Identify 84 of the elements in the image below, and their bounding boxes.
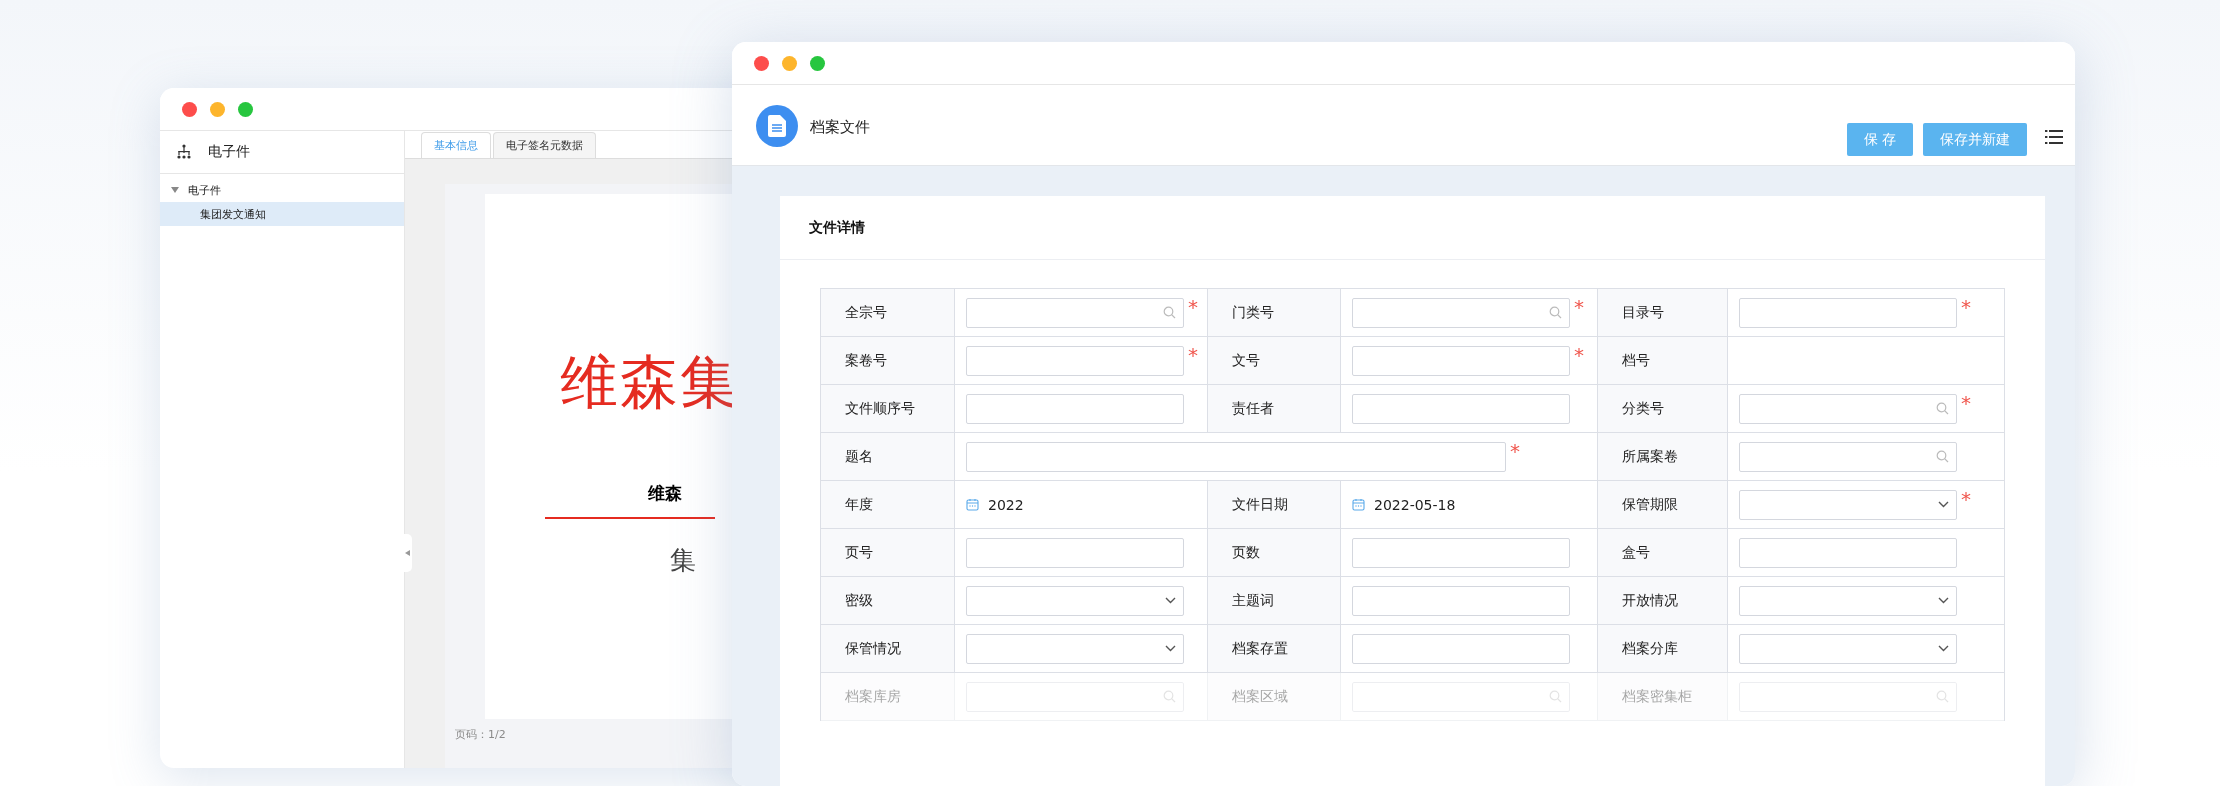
left-triangle-icon	[405, 550, 410, 556]
field-label: 主题词	[1208, 577, 1341, 624]
field-label: 全宗号	[821, 289, 955, 336]
required-mark: *	[1510, 441, 1520, 461]
sidebar-title: 电子件	[208, 143, 250, 161]
field-label: 文件日期	[1208, 481, 1341, 528]
search-icon[interactable]	[1163, 306, 1176, 319]
search-icon[interactable]	[1549, 690, 1562, 703]
tree-item[interactable]: 电子件	[160, 178, 404, 202]
maximize-dot[interactable]	[238, 101, 253, 117]
field-label: 年度	[821, 481, 955, 528]
chevron-down-icon[interactable]	[1938, 501, 1949, 508]
input-field[interactable]	[1739, 537, 1957, 568]
minimize-dot[interactable]	[782, 55, 797, 71]
input-field[interactable]	[1352, 345, 1570, 376]
menu-icon[interactable]	[2045, 130, 2063, 144]
required-mark: *	[1961, 489, 1971, 509]
field-label: 题名	[821, 433, 955, 480]
field-label: 开放情况	[1598, 577, 1728, 624]
required-mark: *	[1574, 345, 1584, 365]
field-label: 责任者	[1208, 385, 1341, 432]
input-field[interactable]	[966, 393, 1184, 424]
field-label: 页数	[1208, 529, 1341, 576]
document-subtitle: 维森	[648, 482, 682, 505]
field-label: 档案分库	[1598, 625, 1728, 672]
field-label: 保管情况	[821, 625, 955, 672]
field-label: 目录号	[1598, 289, 1728, 336]
maximize-dot[interactable]	[810, 55, 825, 71]
field-label: 文件顺序号	[821, 385, 955, 432]
required-mark: *	[1574, 297, 1584, 317]
expanded-triangle-icon[interactable]	[170, 185, 180, 195]
search-icon[interactable]	[1936, 690, 1949, 703]
field-label: 分类号	[1598, 385, 1728, 432]
chevron-down-icon[interactable]	[1165, 645, 1176, 652]
card-title: 文件详情	[809, 218, 865, 237]
date-value[interactable]: 2022	[988, 496, 1024, 513]
close-dot[interactable]	[754, 55, 769, 71]
calendar-icon[interactable]	[1352, 498, 1365, 511]
field-label: 保管期限	[1598, 481, 1728, 528]
chevron-down-icon[interactable]	[1938, 645, 1949, 652]
tab[interactable]: 电子签名元数据	[493, 132, 596, 158]
hierarchy-icon	[176, 144, 192, 160]
close-dot[interactable]	[182, 101, 197, 117]
chevron-down-icon[interactable]	[1938, 597, 1949, 604]
search-icon[interactable]	[1163, 690, 1176, 703]
document-title: 维森集	[560, 347, 740, 418]
search-icon[interactable]	[1936, 450, 1949, 463]
calendar-icon[interactable]	[966, 498, 979, 511]
minimize-dot[interactable]	[210, 101, 225, 117]
search-field[interactable]	[966, 297, 1184, 328]
required-mark: *	[1188, 345, 1198, 365]
field-label: 密级	[821, 577, 955, 624]
search-field[interactable]	[1352, 297, 1570, 328]
document-text: 集	[670, 544, 696, 577]
page-counter: 页码：1/2	[454, 727, 507, 743]
required-mark: *	[1188, 297, 1198, 317]
page-title: 档案文件	[810, 118, 871, 137]
input-field[interactable]	[1352, 537, 1570, 568]
input-field[interactable]	[966, 345, 1184, 376]
field-label: 所属案卷	[1598, 433, 1728, 480]
field-label: 档案存置	[1208, 625, 1341, 672]
field-label: 盒号	[1598, 529, 1728, 576]
date-value[interactable]: 2022-05-18	[1374, 496, 1456, 513]
input-field[interactable]	[1739, 297, 1957, 328]
tree-item[interactable]: 集团发文通知	[160, 202, 404, 226]
input-field[interactable]	[1352, 585, 1570, 616]
field-label: 案卷号	[821, 337, 955, 384]
document-icon	[768, 115, 786, 137]
input-field[interactable]	[966, 441, 1506, 472]
input-field[interactable]	[1352, 633, 1570, 664]
input-field[interactable]	[1352, 393, 1570, 424]
field-label: 档号	[1598, 337, 1728, 384]
required-mark: *	[1961, 393, 1971, 413]
collapse-handle[interactable]	[403, 534, 412, 572]
search-icon[interactable]	[1549, 306, 1562, 319]
chevron-down-icon[interactable]	[1165, 597, 1176, 604]
input-field[interactable]	[966, 537, 1184, 568]
search-icon[interactable]	[1936, 402, 1949, 415]
search-field[interactable]	[1739, 441, 1957, 472]
field-label: 门类号	[1208, 289, 1341, 336]
search-field[interactable]	[1739, 393, 1957, 424]
field-label: 页号	[821, 529, 955, 576]
field-label: 文号	[1208, 337, 1341, 384]
required-mark: *	[1961, 297, 1971, 317]
